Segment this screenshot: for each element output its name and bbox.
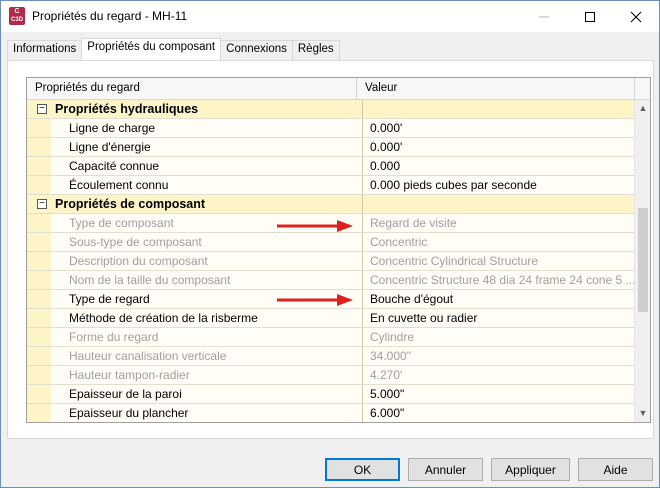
property-name: Méthode de création de la risberme: [51, 309, 363, 327]
row-gutter: [27, 347, 51, 365]
minimize-icon: [539, 16, 549, 17]
tab-proprietes-du-composant[interactable]: Propriétés du composant: [81, 38, 222, 60]
property-name: Hauteur tampon-radier: [51, 366, 363, 384]
property-name: Sous-type de composant: [51, 233, 363, 251]
row-gutter: [27, 366, 51, 384]
property-value: Cylindre: [363, 328, 635, 346]
property-row[interactable]: Description du composant Concentric Cylin…: [27, 252, 635, 271]
tab-connexions[interactable]: Connexions: [220, 40, 293, 60]
property-name: Epaisseur du plancher: [51, 404, 363, 422]
row-gutter: [27, 385, 51, 403]
ok-button[interactable]: OK: [325, 458, 400, 481]
property-value: Concentric Structure 48 dia 24 frame 24 …: [363, 271, 635, 289]
civil3d-icon: C C3D: [9, 7, 25, 25]
property-row[interactable]: Ligne d'énergie 0.000': [27, 138, 635, 157]
property-row[interactable]: Sous-type de composant Concentric: [27, 233, 635, 252]
maximize-icon: [585, 11, 595, 22]
column-header-property[interactable]: Propriétés du regard: [27, 78, 357, 100]
property-value[interactable]: [363, 195, 635, 213]
minimize-button[interactable]: [521, 1, 567, 32]
row-gutter: [27, 233, 51, 251]
tab-informations[interactable]: Informations: [7, 40, 83, 60]
property-value[interactable]: 0.000 pieds cubes par seconde: [363, 176, 635, 194]
row-gutter: [27, 119, 51, 137]
row-gutter: −: [27, 100, 51, 118]
row-gutter: [27, 214, 51, 232]
property-name: Hauteur canalisation verticale: [51, 347, 363, 365]
annotation-arrow-type-de-regard: [277, 294, 353, 306]
property-row[interactable]: Capacité connue 0.000: [27, 157, 635, 176]
row-gutter: [27, 309, 51, 327]
property-name: Propriétés hydrauliques: [51, 100, 363, 118]
property-value[interactable]: 0.000': [363, 138, 635, 156]
collapse-icon[interactable]: −: [37, 104, 47, 114]
property-value[interactable]: Bouche d'égout: [363, 290, 635, 308]
property-name: Epaisseur de la paroi: [51, 385, 363, 403]
close-button[interactable]: [613, 1, 659, 32]
property-row[interactable]: Epaisseur de la paroi 5.000": [27, 385, 635, 404]
property-row[interactable]: Ligne de charge 0.000': [27, 119, 635, 138]
property-value[interactable]: 0.000': [363, 119, 635, 137]
category-row[interactable]: − Propriétés de composant: [27, 195, 635, 214]
property-value[interactable]: 5.000": [363, 385, 635, 403]
property-name: Ligne d'énergie: [51, 138, 363, 156]
property-value[interactable]: [363, 100, 635, 118]
row-gutter: [27, 290, 51, 308]
property-value: Concentric Cylindrical Structure: [363, 252, 635, 270]
column-header-value[interactable]: Valeur: [357, 78, 635, 100]
property-name: Ligne de charge: [51, 119, 363, 137]
property-name: Capacité connue: [51, 157, 363, 175]
vertical-scrollbar[interactable]: ▲ ▼: [634, 100, 650, 422]
dialog-window: C C3D Propriétés du regard - MH-11 Infor…: [0, 0, 660, 488]
property-value: Regard de visite: [363, 214, 635, 232]
collapse-icon[interactable]: −: [37, 199, 47, 209]
help-button[interactable]: Aide: [578, 458, 653, 481]
grid-header: Propriétés du regard Valeur: [27, 78, 650, 100]
tab-strip: Informations Propriétés du composant Con…: [7, 38, 340, 60]
row-gutter: [27, 157, 51, 175]
property-row[interactable]: Hauteur canalisation verticale 34.000": [27, 347, 635, 366]
property-value[interactable]: 0.000: [363, 157, 635, 175]
tab-regles[interactable]: Règles: [291, 40, 340, 60]
property-value[interactable]: En cuvette ou radier: [363, 309, 635, 327]
property-value: 34.000": [363, 347, 635, 365]
property-row[interactable]: Écoulement connu 0.000 pieds cubes par se…: [27, 176, 635, 195]
row-gutter: [27, 404, 51, 422]
property-name: Propriétés de composant: [51, 195, 363, 213]
property-row[interactable]: Hauteur tampon-radier 4.270': [27, 366, 635, 385]
property-name: Forme du regard: [51, 328, 363, 346]
apply-button[interactable]: Appliquer: [491, 458, 570, 481]
property-value: 4.270': [363, 366, 635, 384]
property-grid[interactable]: Propriétés du regard Valeur − Propriétés …: [26, 77, 651, 423]
cancel-button[interactable]: Annuler: [408, 458, 483, 481]
property-value: Concentric: [363, 233, 635, 251]
title-bar[interactable]: C C3D Propriétés du regard - MH-11: [1, 1, 659, 32]
row-gutter: [27, 271, 51, 289]
property-row[interactable]: Nom de la taille du composant Concentric …: [27, 271, 635, 290]
row-gutter: [27, 252, 51, 270]
close-icon: [630, 11, 642, 22]
row-gutter: [27, 328, 51, 346]
row-gutter: −: [27, 195, 51, 213]
annotation-arrow-type-composant: [277, 220, 353, 232]
property-name: Nom de la taille du composant: [51, 271, 363, 289]
property-row[interactable]: Epaisseur du plancher 6.000": [27, 404, 635, 422]
scroll-down-icon[interactable]: ▼: [635, 405, 650, 422]
property-row[interactable]: Méthode de création de la risberme En cuv…: [27, 309, 635, 328]
window-title: Propriétés du regard - MH-11: [32, 9, 188, 23]
property-name: Description du composant: [51, 252, 363, 270]
row-gutter: [27, 176, 51, 194]
scroll-up-icon[interactable]: ▲: [635, 100, 650, 117]
maximize-button[interactable]: [567, 1, 613, 32]
property-name: Écoulement connu: [51, 176, 363, 194]
property-row[interactable]: Forme du regard Cylindre: [27, 328, 635, 347]
grid-rows: − Propriétés hydrauliques Ligne de charge 0…: [27, 100, 635, 422]
category-row[interactable]: − Propriétés hydrauliques: [27, 100, 635, 119]
scroll-thumb[interactable]: [638, 208, 648, 312]
property-value[interactable]: 6.000": [363, 404, 635, 422]
row-gutter: [27, 138, 51, 156]
